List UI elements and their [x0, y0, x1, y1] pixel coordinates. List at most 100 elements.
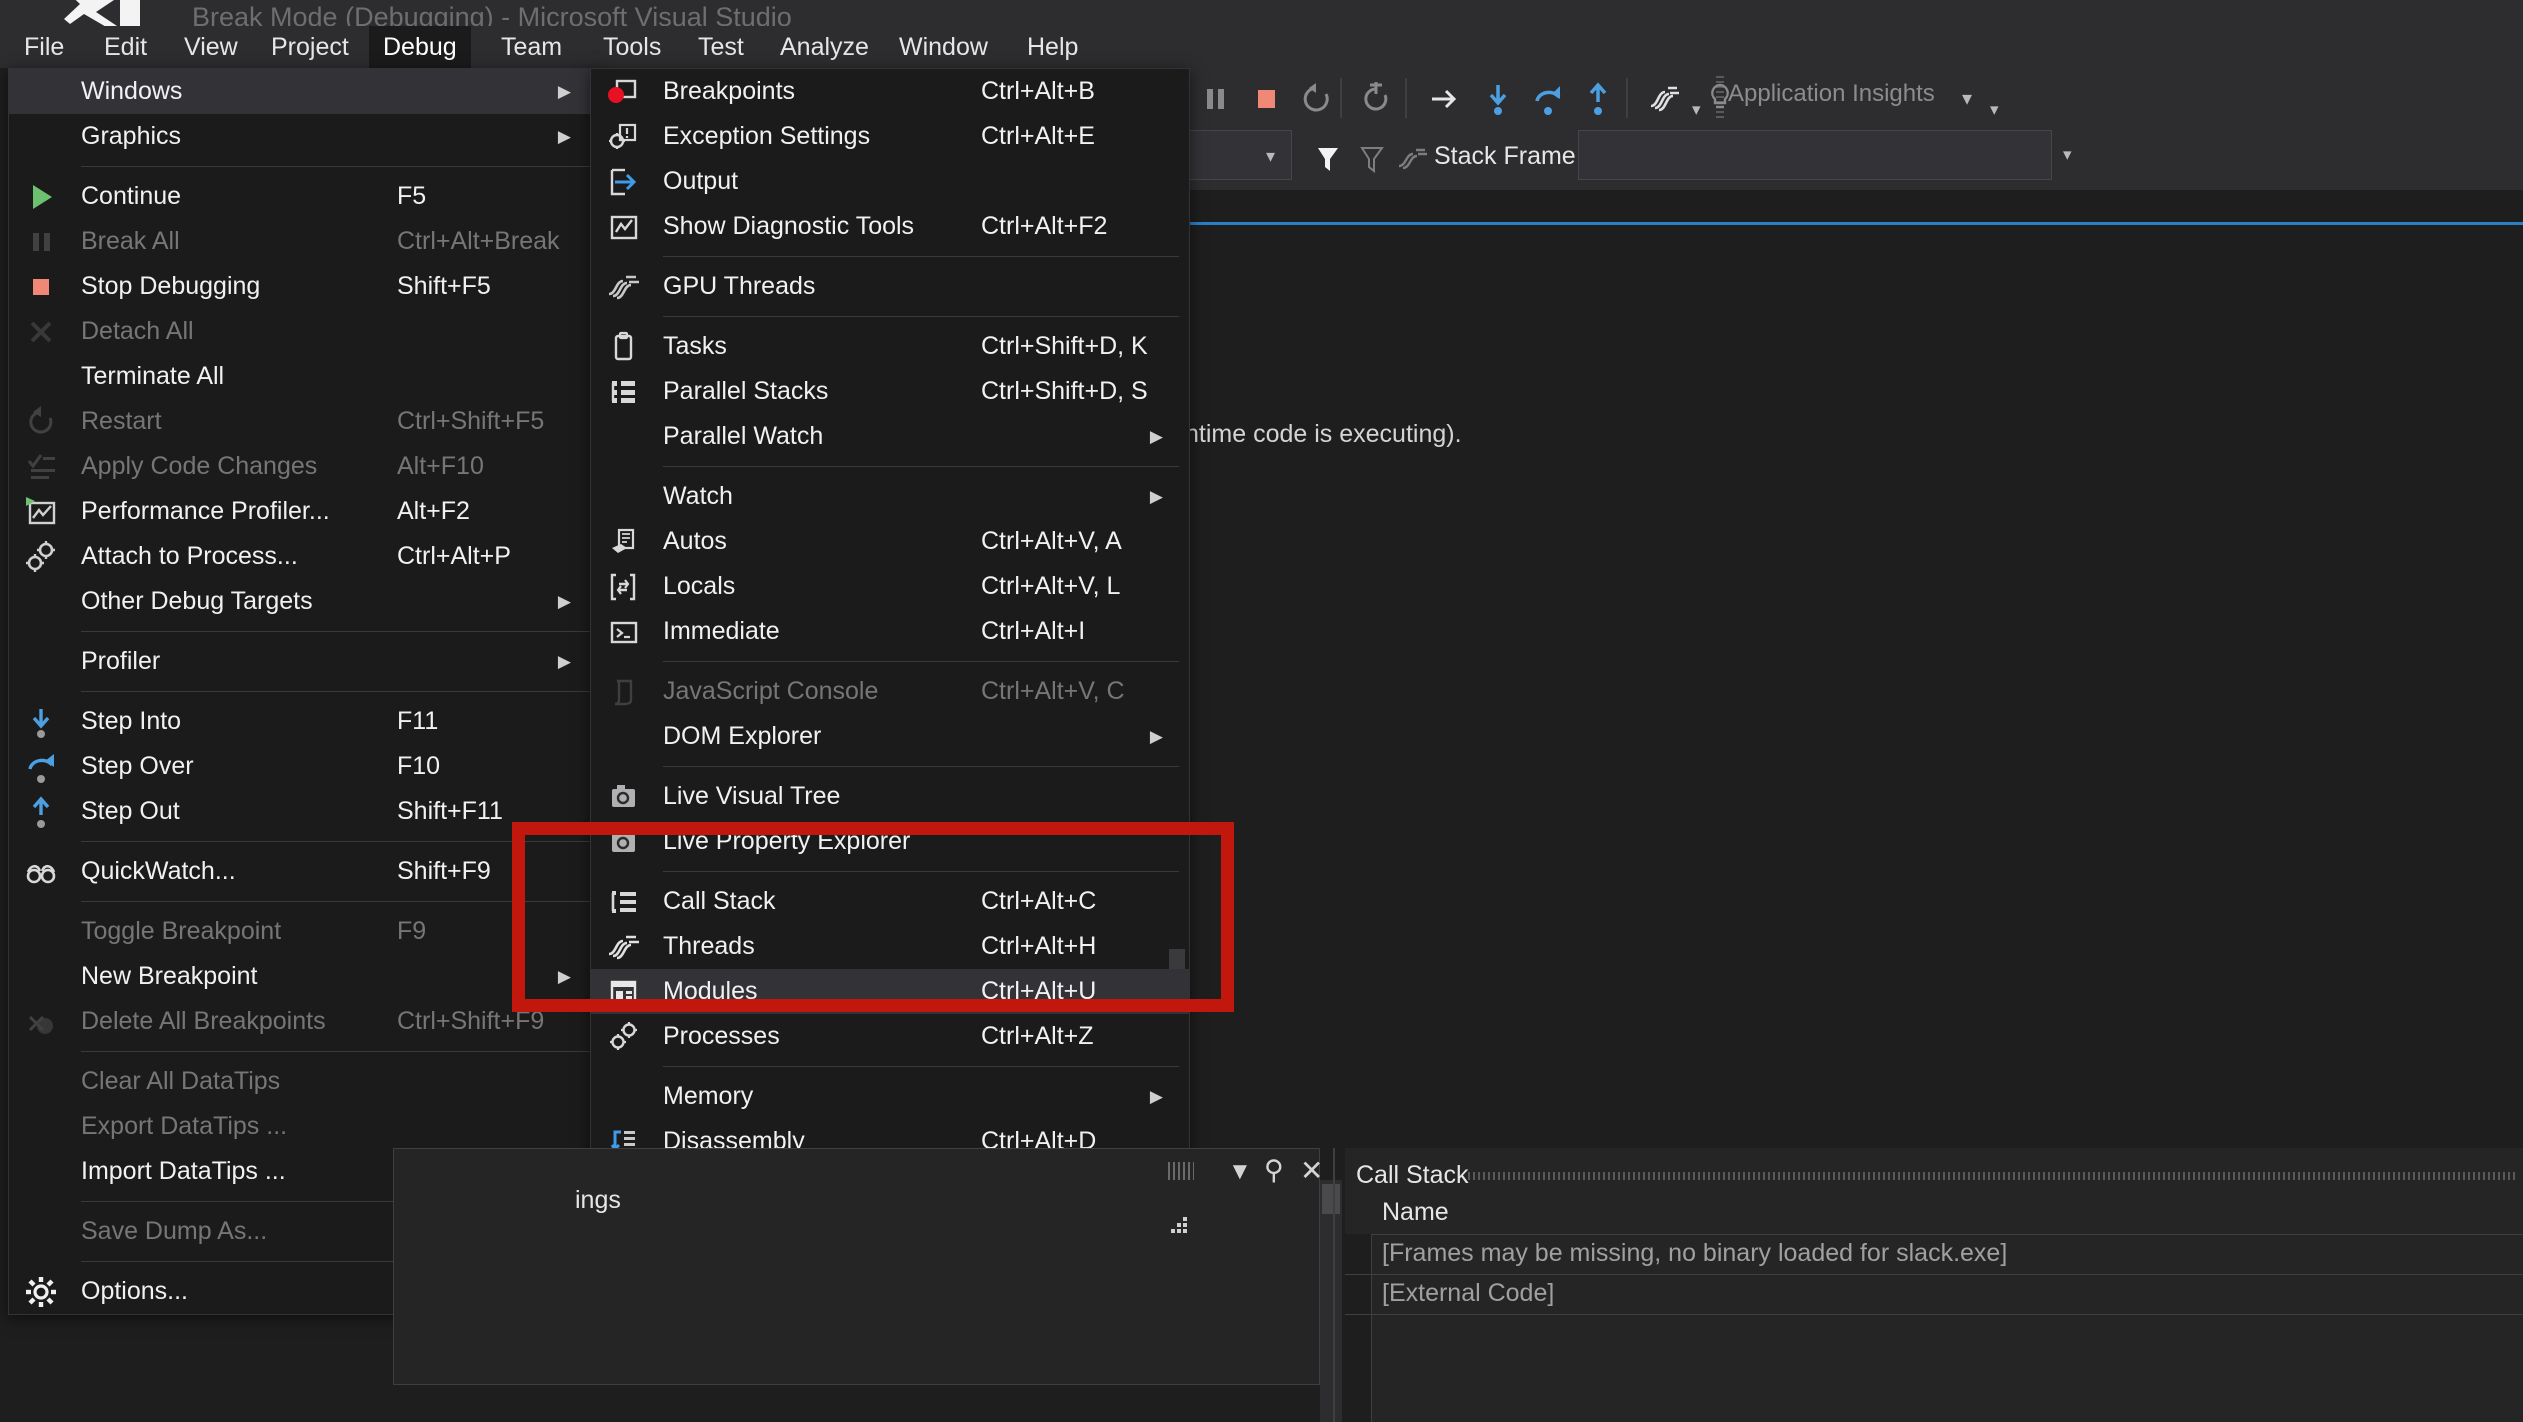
break-all-icon — [21, 222, 61, 262]
windows-submenu-item-modules[interactable]: Modules Ctrl+Alt+U — [591, 969, 1189, 1014]
menu-analyze[interactable]: Analyze — [766, 26, 883, 68]
debug-menu-item-graphics[interactable]: Graphics ▶ — [9, 114, 601, 159]
threads-icon[interactable] — [1644, 80, 1684, 118]
parallel-stacks-icon — [603, 372, 643, 412]
panel-grip[interactable] — [1168, 1162, 1194, 1180]
windows-submenu-item-live-property-explorer[interactable]: Live Property Explorer — [591, 819, 1189, 864]
debug-menu-item-terminate-all[interactable]: Terminate All — [9, 354, 601, 399]
menu-project[interactable]: Project — [257, 26, 363, 68]
submenu-arrow-icon: ▶ — [1149, 486, 1163, 506]
debug-menu-item-quickwatch[interactable]: QuickWatch... Shift+F9 — [9, 849, 601, 894]
menu-item-label: Immediate — [663, 617, 780, 645]
debug-menu-item-windows[interactable]: Windows ▶ — [9, 69, 601, 114]
bottom-left-scrollbar[interactable] — [1320, 1180, 1342, 1422]
menu-help[interactable]: Help — [1013, 26, 1092, 68]
menu-item-shortcut: Ctrl+Alt+V, C — [981, 677, 1125, 705]
debug-menu-item-continue[interactable]: Continue F5 — [9, 174, 601, 219]
windows-submenu-item-tasks[interactable]: Tasks Ctrl+Shift+D, K — [591, 324, 1189, 369]
windows-submenu-item-call-stack[interactable]: Call Stack Ctrl+Alt+C — [591, 879, 1189, 924]
debug-menu-item-performance-profiler[interactable]: Performance Profiler... Alt+F2 — [9, 489, 601, 534]
application-insights-chevron-down-icon[interactable]: ▾ — [1962, 86, 1972, 111]
toolbar-overflow-chevron-icon[interactable]: ▾ — [1990, 100, 1999, 120]
menu-window[interactable]: Window — [885, 26, 1002, 68]
windows-submenu-item-show-diagnostic-tools[interactable]: Show Diagnostic Tools Ctrl+Alt+F2 — [591, 204, 1189, 249]
menu-item-shortcut: Ctrl+Alt+I — [981, 617, 1086, 645]
menu-tools[interactable]: Tools — [589, 26, 675, 68]
debug-menu-item-new-breakpoint[interactable]: New Breakpoint ▶ — [9, 954, 601, 999]
step-over-icon — [21, 747, 61, 787]
stop-debugging-icon[interactable] — [1246, 80, 1286, 118]
windows-submenu[interactable]: Breakpoints Ctrl+Alt+B Exception Settings C… — [590, 68, 1190, 1210]
menu-team[interactable]: Team — [487, 26, 576, 68]
menu-item-label: Detach All — [81, 317, 194, 345]
windows-submenu-item-immediate[interactable]: Immediate Ctrl+Alt+I — [591, 609, 1189, 654]
panel-pin-icon[interactable]: ⚲ — [1264, 1155, 1284, 1186]
stack-frame-combobox[interactable] — [1578, 130, 2052, 180]
menu-view[interactable]: View — [170, 26, 252, 68]
submenu-arrow-icon: ▶ — [1149, 726, 1163, 746]
windows-submenu-item-live-visual-tree[interactable]: Live Visual Tree — [591, 774, 1189, 819]
menu-file[interactable]: File — [10, 26, 78, 68]
menu-item-label: Parallel Stacks — [663, 377, 829, 405]
menu-item-label: Autos — [663, 527, 727, 555]
menu-item-label: Toggle Breakpoint — [81, 917, 282, 945]
step-into-icon[interactable] — [1478, 80, 1518, 118]
menu-edit[interactable]: Edit — [90, 26, 161, 68]
debug-menu-item-attach-to-process[interactable]: Attach to Process... Ctrl+Alt+P — [9, 534, 601, 579]
windows-submenu-item-gpu-threads[interactable]: GPU Threads — [591, 264, 1189, 309]
windows-submenu-item-dom-explorer[interactable]: DOM Explorer ▶ — [591, 714, 1189, 759]
step-over-icon[interactable] — [1528, 80, 1568, 118]
debug-menu-item-step-into[interactable]: Step Into F11 — [9, 699, 601, 744]
windows-submenu-item-memory[interactable]: Memory ▶ — [591, 1074, 1189, 1119]
debug-menu[interactable]: Windows ▶ Graphics ▶ Continue F5 Break All Ctrl… — [8, 68, 602, 1315]
restart-icon[interactable] — [1296, 80, 1336, 118]
windows-submenu-item-parallel-stacks[interactable]: Parallel Stacks Ctrl+Shift+D, S — [591, 369, 1189, 414]
menu-debug[interactable]: Debug — [369, 26, 471, 68]
show-next-statement-icon[interactable] — [1424, 80, 1464, 118]
menu-item-label: Parallel Watch — [663, 422, 824, 450]
panel-dropdown-chevron-icon[interactable]: ▼ — [1228, 1158, 1252, 1186]
threads-filter-icon[interactable] — [1392, 140, 1432, 178]
windows-submenu-item-watch[interactable]: Watch ▶ — [591, 474, 1189, 519]
menu-item-label: DOM Explorer — [663, 722, 822, 750]
menu-item-label: Watch — [663, 482, 733, 510]
windows-submenu-item-threads[interactable]: Threads Ctrl+Alt+H — [591, 924, 1189, 969]
panel-resize-grip-icon[interactable] — [1165, 1215, 1191, 1239]
call-stack-row[interactable]: [External Code] — [1345, 1274, 2523, 1315]
process-chevron-down-icon[interactable]: ▾ — [1266, 146, 1275, 167]
debug-menu-item-profiler[interactable]: Profiler ▶ — [9, 639, 601, 684]
debug-menu-item-other-debug-targets[interactable]: Other Debug Targets ▶ — [9, 579, 601, 624]
windows-submenu-item-breakpoints[interactable]: Breakpoints Ctrl+Alt+B — [591, 69, 1189, 114]
toolbar-overflow-chevron-icon[interactable]: ▾ — [2063, 145, 2072, 165]
menu-item-label: Locals — [663, 572, 736, 600]
debug-menu-item-step-over[interactable]: Step Over F10 — [9, 744, 601, 789]
windows-submenu-item-exception-settings[interactable]: Exception Settings Ctrl+Alt+E — [591, 114, 1189, 159]
debug-menu-item-stop-debugging[interactable]: Stop Debugging Shift+F5 — [9, 264, 601, 309]
windows-submenu-item-output[interactable]: Output — [591, 159, 1189, 204]
menu-item-shortcut: Ctrl+Alt+P — [397, 542, 511, 570]
windows-submenu-item-parallel-watch[interactable]: Parallel Watch ▶ — [591, 414, 1189, 459]
stop-debugging-icon — [21, 267, 61, 307]
menu-test[interactable]: Test — [684, 26, 758, 68]
restart-application-icon[interactable] — [1356, 80, 1396, 118]
menu-separator — [663, 766, 1179, 767]
menu-item-label: GPU Threads — [663, 272, 816, 300]
filter-icon[interactable] — [1308, 140, 1348, 178]
windows-submenu-item-autos[interactable]: Autos Ctrl+Alt+V, A — [591, 519, 1189, 564]
application-insights-label[interactable]: Application Insights — [1728, 80, 1935, 108]
debug-menu-item-clear-all-datatips: Clear All DataTips — [9, 1059, 601, 1104]
windows-submenu-item-processes[interactable]: Processes Ctrl+Alt+Z — [591, 1014, 1189, 1059]
filter-clear-icon[interactable] — [1352, 140, 1392, 178]
debug-menu-item-step-out[interactable]: Step Out Shift+F11 — [9, 789, 601, 834]
step-out-icon[interactable] — [1578, 80, 1618, 118]
call-stack-title: Call Stack — [1356, 1161, 1469, 1189]
bottom-left-scrollbar-thumb[interactable] — [1322, 1184, 1340, 1214]
menu-item-shortcut: F11 — [397, 707, 439, 735]
output-icon — [603, 162, 643, 202]
menu-item-label: Stop Debugging — [81, 272, 261, 300]
windows-submenu-item-locals[interactable]: Locals Ctrl+Alt+V, L — [591, 564, 1189, 609]
panel-splitter[interactable] — [1333, 1148, 1335, 1422]
menu-item-label: Break All — [81, 227, 180, 255]
call-stack-row[interactable]: [Frames may be missing, no binary loaded… — [1345, 1234, 2523, 1275]
break-all-icon[interactable] — [1196, 80, 1236, 118]
